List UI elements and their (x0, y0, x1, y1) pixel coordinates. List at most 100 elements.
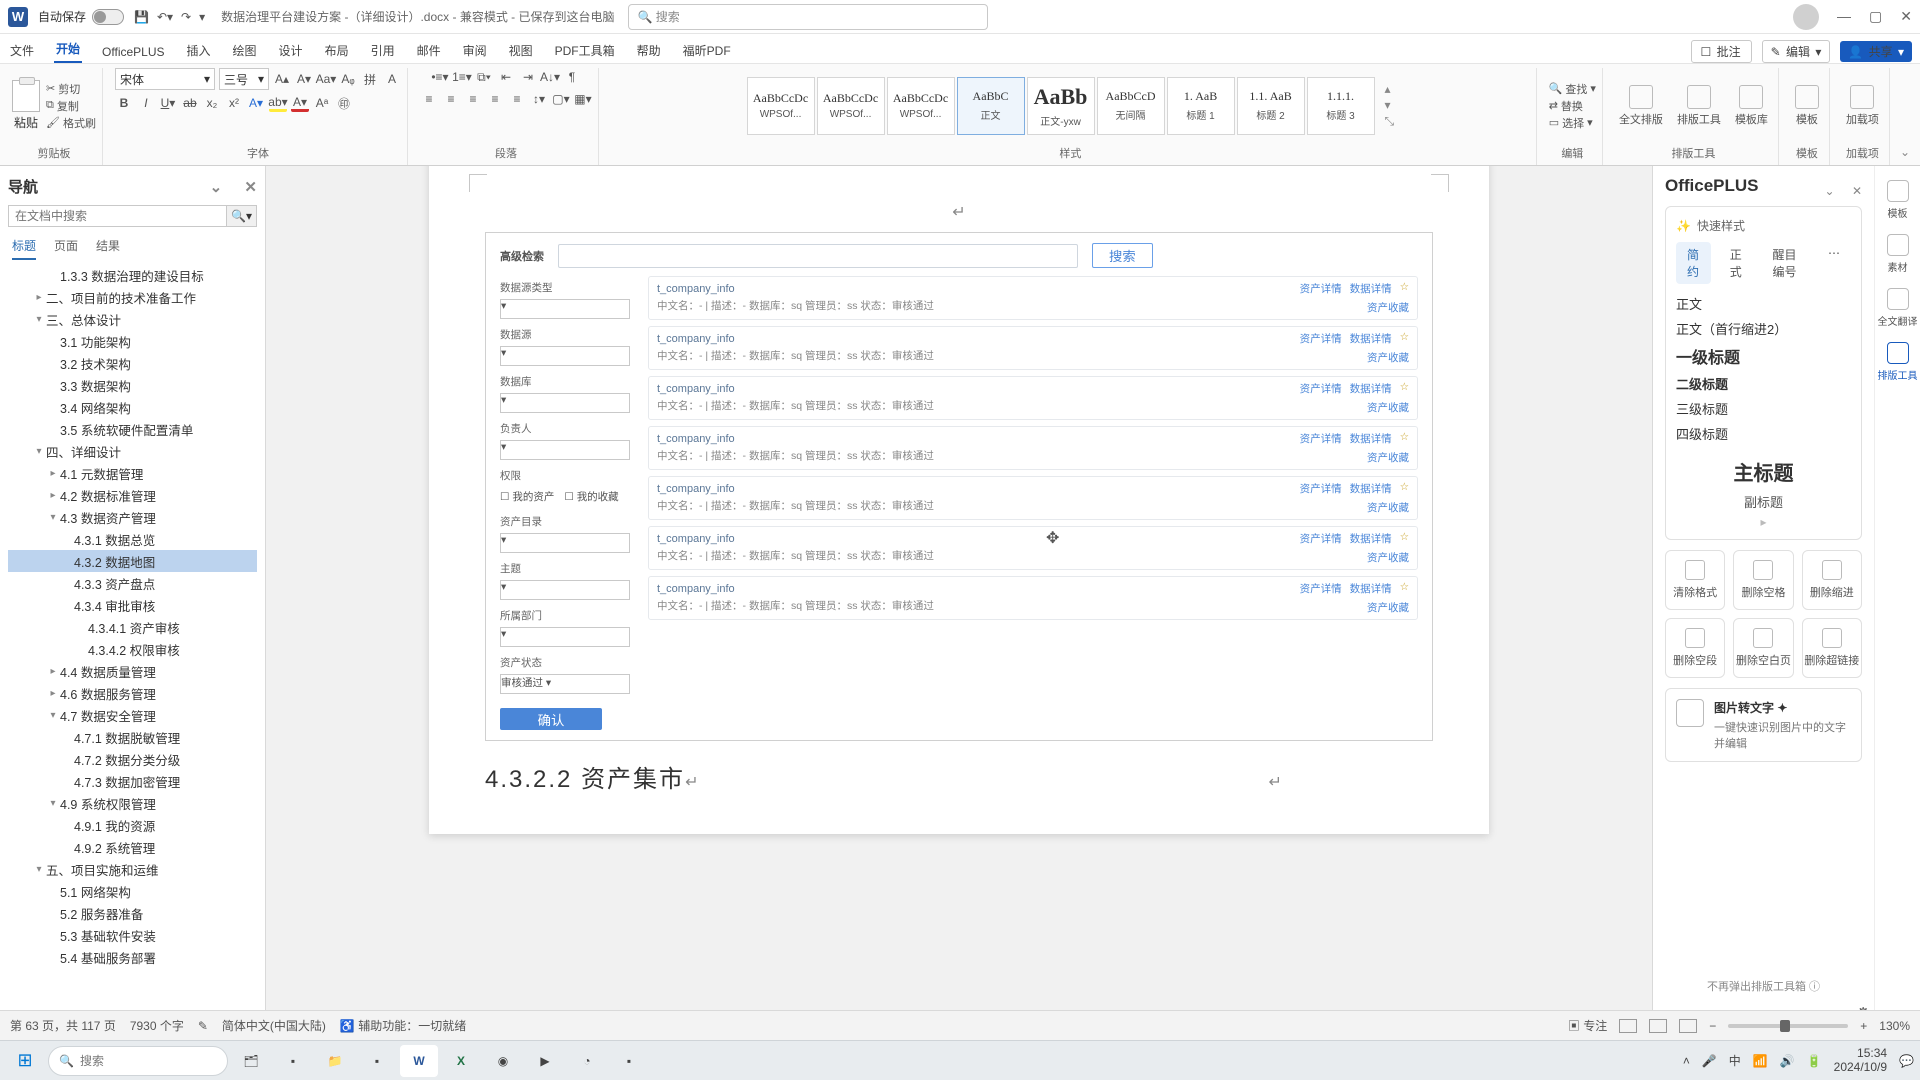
italic-icon[interactable]: I (137, 94, 155, 112)
filter-status[interactable]: 审核通过 ▾ (500, 674, 630, 694)
asset-row[interactable]: t_company_info中文名：- | 描述：- 数据库：sq 管理员：ss… (648, 326, 1418, 370)
tray-ime-icon[interactable]: 中 (1729, 1052, 1741, 1069)
tab-foxitpdf[interactable]: 福昕PDF (681, 38, 733, 63)
tab-officeplus[interactable]: OfficePLUS (100, 41, 166, 63)
autosave-toggle[interactable]: 自动保存 (38, 8, 124, 25)
undo-icon[interactable]: ↶▾ (157, 10, 173, 24)
align-center-icon[interactable]: ≡ (442, 90, 460, 108)
nav-tree-node[interactable]: ▾三、总体设计 (8, 308, 257, 330)
share-button[interactable]: 👤 共享 ▾ (1840, 41, 1912, 62)
star-icon[interactable]: ☆ (1400, 531, 1409, 546)
show-marks-icon[interactable]: ¶ (563, 68, 581, 86)
char-border-icon[interactable]: A (383, 70, 401, 88)
quick-action-button[interactable]: 删除超链接 (1802, 618, 1862, 678)
nav-tree-node[interactable]: 4.9.2 系统管理 (8, 836, 257, 858)
asset-detail-link[interactable]: 资产详情 (1300, 381, 1342, 396)
align-justify-icon[interactable]: ≡ (486, 90, 504, 108)
font-name-combo[interactable]: 宋体▾ (115, 68, 215, 90)
rail-translate[interactable]: 全文翻译 (1878, 288, 1918, 328)
nav-tree-node[interactable]: 4.3.4.1 资产审核 (8, 616, 257, 638)
nav-search-go-icon[interactable]: 🔍▾ (226, 206, 256, 226)
confirm-button[interactable]: 确认 (500, 708, 602, 730)
numbering-icon[interactable]: 1≡▾ (453, 68, 471, 86)
style-tab-formal[interactable]: 正式 (1719, 242, 1754, 284)
asset-fav-link[interactable]: 资产收藏 (1367, 400, 1409, 415)
rail-layout-tools[interactable]: 排版工具 (1878, 342, 1918, 382)
minimize-icon[interactable]: — (1837, 8, 1851, 25)
zoom-in-icon[interactable]: + (1860, 1019, 1867, 1033)
highlight-icon[interactable]: ab▾ (269, 94, 287, 112)
taskbar-app-5[interactable]: ▪ (610, 1045, 648, 1077)
data-detail-link[interactable]: 数据详情 (1350, 331, 1392, 346)
nav-tree-node[interactable]: ▸4.1 元数据管理 (8, 462, 257, 484)
document-area[interactable]: ↵ 高级检索 搜索 数据源类型▾ 数据源▾ 数据库▾ 负责人▾ 权限 ☐ (266, 166, 1652, 1010)
nav-tree-node[interactable]: 3.3 数据架构 (8, 374, 257, 396)
style-card[interactable]: AaBbC正文 (957, 77, 1025, 135)
align-right-icon[interactable]: ≡ (464, 90, 482, 108)
font-color-icon[interactable]: A▾ (291, 94, 309, 112)
asset-fav-link[interactable]: 资产收藏 (1367, 300, 1409, 315)
user-avatar[interactable] (1793, 4, 1819, 30)
filter-dept[interactable]: ▾ (500, 627, 630, 647)
zoom-level[interactable]: 130% (1879, 1019, 1910, 1033)
nav-tree-node[interactable]: ▸4.4 数据质量管理 (8, 660, 257, 682)
style-card[interactable]: AaBbCcDcWPSOf... (887, 77, 955, 135)
asset-fav-link[interactable]: 资产收藏 (1367, 450, 1409, 465)
multilevel-icon[interactable]: ⧉▾ (475, 68, 493, 86)
tray-mic-icon[interactable]: 🎤 (1702, 1054, 1717, 1068)
tab-help[interactable]: 帮助 (635, 38, 663, 63)
tellme-search[interactable]: 🔍 搜索 (628, 4, 988, 30)
subscript-icon[interactable]: x₂ (203, 94, 221, 112)
no-popup-again[interactable]: 不再弹出排版工具箱 ⓘ (1665, 972, 1862, 1000)
taskbar-media[interactable]: ▶ (526, 1045, 564, 1077)
tab-file[interactable]: 文件 (8, 38, 36, 63)
quick-action-button[interactable]: 删除缩进 (1802, 550, 1862, 610)
filter-catalog[interactable]: ▾ (500, 533, 630, 553)
nav-tree-node[interactable]: ▸二、项目前的技术准备工作 (8, 286, 257, 308)
nav-tree-node[interactable]: ▾4.3 数据资产管理 (8, 506, 257, 528)
tray-chevron-icon[interactable]: ˄ (1683, 1054, 1690, 1068)
data-detail-link[interactable]: 数据详情 (1350, 481, 1392, 496)
tray-wifi-icon[interactable]: 📶 (1753, 1054, 1768, 1068)
underline-icon[interactable]: U▾ (159, 94, 177, 112)
text-effects-icon[interactable]: A▾ (247, 94, 265, 112)
styles-expand-icon[interactable]: ⤡ (1385, 114, 1395, 129)
tray-notifications-icon[interactable]: 💬 (1899, 1054, 1914, 1068)
asset-detail-link[interactable]: 资产详情 (1300, 531, 1342, 546)
quick-action-button[interactable]: 清除格式 (1665, 550, 1725, 610)
nav-tree-node[interactable]: ▾五、项目实施和运维 (8, 858, 257, 880)
taskbar-chrome[interactable]: ◉ (484, 1045, 522, 1077)
styles-scroll-up-icon[interactable]: ▴ (1385, 82, 1395, 96)
find-button[interactable]: 🔍 查找 ▾ (1549, 81, 1596, 97)
nav-tree-node[interactable]: 4.3.4 审批审核 (8, 594, 257, 616)
tab-home[interactable]: 开始 (54, 36, 82, 63)
status-accessibility[interactable]: ♿ 辅助功能：一切就绪 (340, 1017, 466, 1034)
increase-indent-icon[interactable]: ⇥ (519, 68, 537, 86)
nav-tree-node[interactable]: 4.3.3 资产盘点 (8, 572, 257, 594)
nav-tree-node[interactable]: 5.3 基础软件安装 (8, 924, 257, 946)
shrink-font-icon[interactable]: A▾ (295, 70, 313, 88)
borders-icon[interactable]: ▦▾ (574, 90, 592, 108)
taskbar-explorer[interactable]: 📁 (316, 1045, 354, 1077)
nav-search[interactable]: 🔍▾ (8, 205, 257, 227)
tab-design[interactable]: 设计 (277, 38, 305, 63)
nav-dropdown-icon[interactable]: ⌄ (210, 179, 223, 196)
bullets-icon[interactable]: •≡▾ (431, 68, 449, 86)
asset-row[interactable]: t_company_info中文名：- | 描述：- 数据库：sq 管理员：ss… (648, 376, 1418, 420)
nav-search-input[interactable] (9, 206, 226, 226)
copy-button[interactable]: ⧉ 复制 (46, 98, 96, 114)
cb-my-assets[interactable]: ☐ 我的资产 (500, 489, 554, 504)
style-tab-numbered[interactable]: 醒目编号 (1762, 242, 1810, 284)
filter-topic[interactable]: ▾ (500, 580, 630, 600)
data-detail-link[interactable]: 数据详情 (1350, 381, 1392, 396)
decrease-indent-icon[interactable]: ⇤ (497, 68, 515, 86)
nav-tab-headings[interactable]: 标题 (12, 237, 36, 260)
style-card[interactable]: 1. AaB标题 1 (1167, 77, 1235, 135)
nav-tree-node[interactable]: 5.4 基础服务部署 (8, 946, 257, 968)
asset-fav-link[interactable]: 资产收藏 (1367, 600, 1409, 615)
taskbar-app-1[interactable]: 🗂 (232, 1045, 270, 1077)
style-card[interactable]: 1.1.1.标题 3 (1307, 77, 1375, 135)
collapse-ribbon-icon[interactable]: ⌄ (1900, 145, 1910, 159)
superscript-icon[interactable]: x² (225, 94, 243, 112)
taskbar-excel[interactable]: X (442, 1045, 480, 1077)
